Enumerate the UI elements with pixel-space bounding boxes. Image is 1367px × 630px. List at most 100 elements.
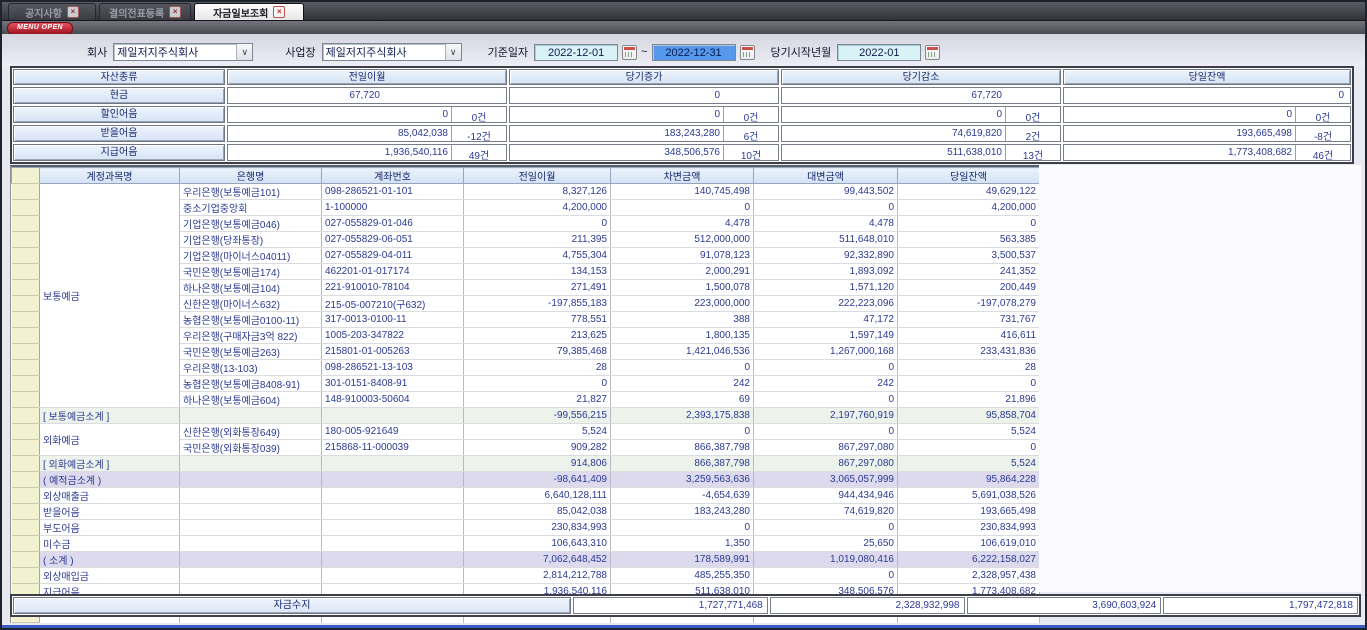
period-start-input[interactable]: 2022-01 <box>837 44 921 61</box>
bank-name-cell[interactable] <box>180 536 322 552</box>
debit-amount-cell[interactable]: 178,589,991 <box>611 552 754 568</box>
balance-amount-cell[interactable]: 0 <box>898 376 1040 392</box>
row-selector[interactable] <box>12 344 40 360</box>
account-number-cell[interactable] <box>322 472 464 488</box>
bank-name-cell[interactable]: 국민은행(보통예금174) <box>180 264 322 280</box>
credit-amount-cell[interactable]: 242 <box>754 376 898 392</box>
bank-name-cell[interactable] <box>180 504 322 520</box>
tab-close-icon[interactable]: × <box>273 6 285 18</box>
grid-row[interactable]: 보통예금우리은행(보통예금101)098-286521-01-1018,327,… <box>12 184 1040 200</box>
grid-row[interactable]: 부도어음230,834,99300230,834,993 <box>12 520 1040 536</box>
row-selector[interactable] <box>12 552 40 568</box>
prev-amount-cell[interactable]: 914,806 <box>464 456 611 472</box>
row-selector[interactable] <box>12 312 40 328</box>
prev-amount-cell[interactable]: 134,153 <box>464 264 611 280</box>
grid-row[interactable]: ( 소계 )7,062,648,452178,589,9911,019,080,… <box>12 552 1040 568</box>
debit-amount-cell[interactable]: 866,387,798 <box>611 456 754 472</box>
credit-amount-cell[interactable]: 25,650 <box>754 536 898 552</box>
prev-amount-cell[interactable]: 211,395 <box>464 232 611 248</box>
prev-amount-cell[interactable]: 4,200,000 <box>464 200 611 216</box>
row-selector[interactable] <box>12 456 40 472</box>
account-number-cell[interactable] <box>322 520 464 536</box>
balance-amount-cell[interactable]: 6,222,158,027 <box>898 552 1040 568</box>
prev-amount-cell[interactable]: 4,755,304 <box>464 248 611 264</box>
debit-amount-cell[interactable]: 1,421,046,536 <box>611 344 754 360</box>
site-select[interactable]: 제일저지주식회사 ∨ <box>322 43 462 61</box>
prev-amount-cell[interactable]: 5,524 <box>464 424 611 440</box>
account-number-cell[interactable] <box>322 536 464 552</box>
prev-amount-cell[interactable]: -98,641,409 <box>464 472 611 488</box>
grid-row[interactable]: 외상매출금6,640,128,111-4,654,639944,434,9465… <box>12 488 1040 504</box>
bank-name-cell[interactable]: 중소기업중앙회 <box>180 200 322 216</box>
account-number-cell[interactable]: 462201-01-017174 <box>322 264 464 280</box>
tab-notice[interactable]: 공지사항 × <box>8 3 96 20</box>
row-selector[interactable] <box>12 440 40 456</box>
credit-amount-cell[interactable]: 867,297,080 <box>754 440 898 456</box>
debit-amount-cell[interactable]: 866,387,798 <box>611 440 754 456</box>
account-name-cell[interactable]: 외화예금 <box>40 424 180 456</box>
credit-amount-cell[interactable]: 1,893,092 <box>754 264 898 280</box>
debit-amount-cell[interactable]: 69 <box>611 392 754 408</box>
grid-row[interactable]: [ 보통예금소계 ]-99,556,2152,393,175,8382,197,… <box>12 408 1040 424</box>
account-number-cell[interactable] <box>322 408 464 424</box>
account-number-cell[interactable] <box>322 488 464 504</box>
credit-amount-cell[interactable]: 92,332,890 <box>754 248 898 264</box>
bank-name-cell[interactable]: 기업은행(당좌통장) <box>180 232 322 248</box>
balance-amount-cell[interactable]: 731,767 <box>898 312 1040 328</box>
tab-fund-daily-report[interactable]: 자금일보조회 × <box>194 3 304 20</box>
balance-amount-cell[interactable]: 4,200,000 <box>898 200 1040 216</box>
debit-amount-cell[interactable]: 140,745,498 <box>611 184 754 200</box>
row-selector[interactable] <box>12 296 40 312</box>
bank-name-cell[interactable]: 국민은행(외화통장039) <box>180 440 322 456</box>
prev-amount-cell[interactable]: 8,327,126 <box>464 184 611 200</box>
balance-amount-cell[interactable]: 230,834,993 <box>898 520 1040 536</box>
credit-amount-cell[interactable]: 0 <box>754 520 898 536</box>
chevron-down-icon[interactable]: ∨ <box>445 44 461 60</box>
balance-amount-cell[interactable]: 49,629,122 <box>898 184 1040 200</box>
account-name-cell[interactable]: ( 예적금소계 ) <box>40 472 180 488</box>
balance-amount-cell[interactable]: 95,858,704 <box>898 408 1040 424</box>
account-name-cell[interactable]: 보통예금 <box>40 184 180 408</box>
grid-row[interactable]: 외화예금신한은행(외화통장649)180-005-9216495,524005,… <box>12 424 1040 440</box>
row-selector[interactable] <box>12 504 40 520</box>
credit-amount-cell[interactable]: 867,297,080 <box>754 456 898 472</box>
bank-name-cell[interactable]: 하나은행(보통예금604) <box>180 392 322 408</box>
balance-amount-cell[interactable]: 0 <box>898 216 1040 232</box>
balance-amount-cell[interactable]: 200,449 <box>898 280 1040 296</box>
account-name-cell[interactable]: ( 소계 ) <box>40 552 180 568</box>
prev-amount-cell[interactable]: 6,640,128,111 <box>464 488 611 504</box>
account-name-cell[interactable]: 외상매입금 <box>40 568 180 584</box>
debit-amount-cell[interactable]: 91,078,123 <box>611 248 754 264</box>
balance-amount-cell[interactable]: -197,078,279 <box>898 296 1040 312</box>
balance-amount-cell[interactable]: 416,611 <box>898 328 1040 344</box>
account-number-cell[interactable]: 180-005-921649 <box>322 424 464 440</box>
debit-amount-cell[interactable]: 0 <box>611 520 754 536</box>
grid-row[interactable]: 미수금106,643,3101,35025,650106,619,010 <box>12 536 1040 552</box>
balance-amount-cell[interactable]: 106,619,010 <box>898 536 1040 552</box>
credit-amount-cell[interactable]: 0 <box>754 360 898 376</box>
bank-name-cell[interactable] <box>180 568 322 584</box>
prev-amount-cell[interactable]: 778,551 <box>464 312 611 328</box>
prev-amount-cell[interactable]: -197,855,183 <box>464 296 611 312</box>
calendar-icon[interactable] <box>740 45 755 60</box>
debit-amount-cell[interactable]: 223,000,000 <box>611 296 754 312</box>
account-number-cell[interactable]: 1005-203-347822 <box>322 328 464 344</box>
account-number-cell[interactable]: 027-055829-04-011 <box>322 248 464 264</box>
account-number-cell[interactable]: 148-910003-50604 <box>322 392 464 408</box>
bank-name-cell[interactable] <box>180 488 322 504</box>
row-selector[interactable] <box>12 248 40 264</box>
prev-amount-cell[interactable]: 0 <box>464 376 611 392</box>
credit-amount-cell[interactable]: 3,065,057,999 <box>754 472 898 488</box>
prev-amount-cell[interactable]: 28 <box>464 360 611 376</box>
row-selector[interactable] <box>12 520 40 536</box>
grid-row[interactable]: 외상매입금2,814,212,788485,255,35002,328,957,… <box>12 568 1040 584</box>
balance-amount-cell[interactable]: 0 <box>898 440 1040 456</box>
balance-amount-cell[interactable]: 21,896 <box>898 392 1040 408</box>
debit-amount-cell[interactable]: 0 <box>611 424 754 440</box>
calendar-icon[interactable] <box>925 45 940 60</box>
row-selector[interactable] <box>12 376 40 392</box>
account-number-cell[interactable] <box>322 456 464 472</box>
prev-amount-cell[interactable]: 85,042,038 <box>464 504 611 520</box>
bank-name-cell[interactable]: 우리은행(구매자금3억 822) <box>180 328 322 344</box>
credit-amount-cell[interactable]: 222,223,096 <box>754 296 898 312</box>
